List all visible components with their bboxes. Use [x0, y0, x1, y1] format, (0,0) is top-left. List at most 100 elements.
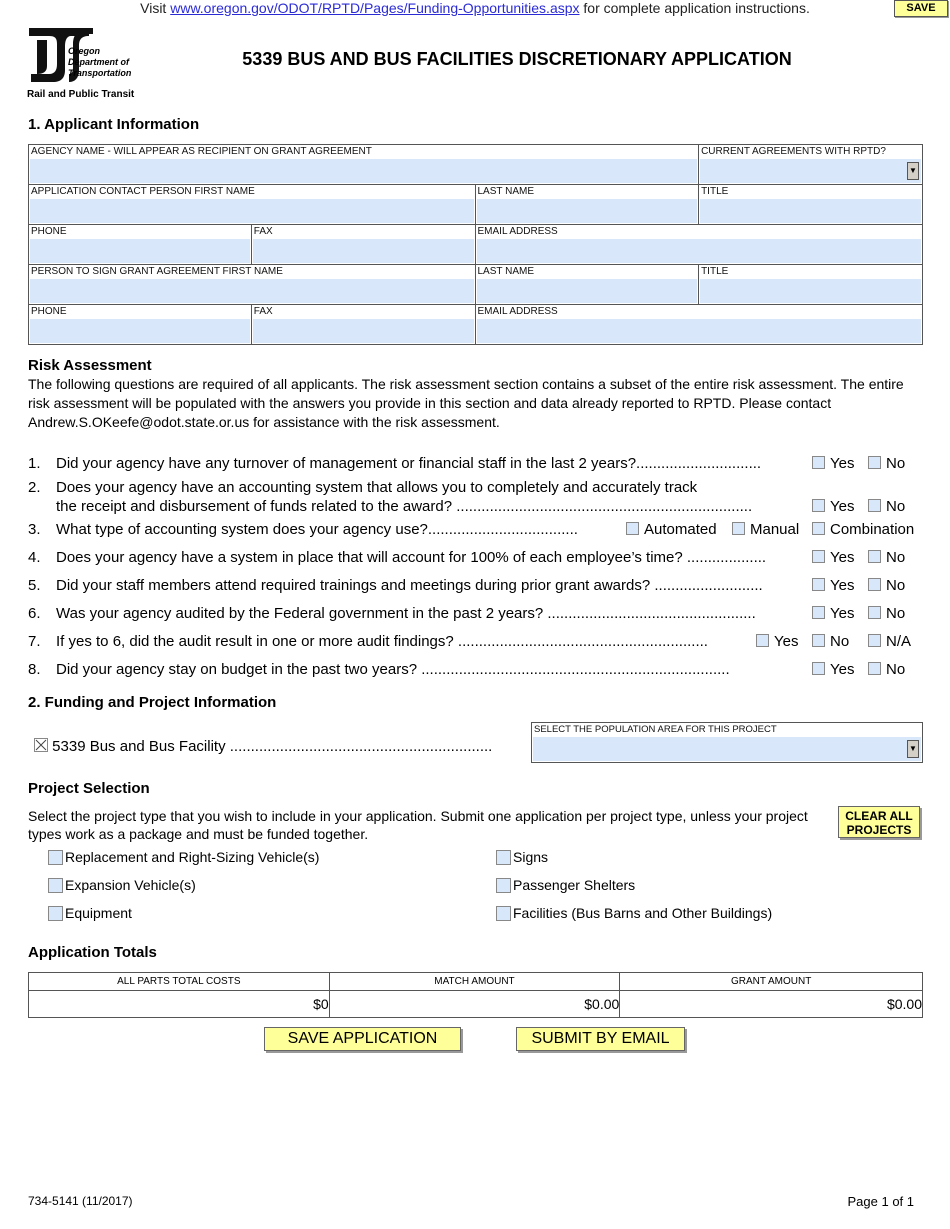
program-row: 5339 Bus and Bus Facility ..............…	[34, 738, 492, 755]
option-label: No	[886, 455, 906, 472]
total-costs-header: ALL PARTS TOTAL COSTS	[28, 972, 330, 991]
option-no[interactable]: No	[810, 633, 850, 651]
question-number: 2.	[28, 479, 41, 496]
clear-label-2: PROJECTS	[846, 823, 912, 837]
question-number: 3.	[28, 521, 41, 538]
save-application-button[interactable]: SAVE APPLICATION	[264, 1027, 461, 1051]
applicant-table: AGENCY NAME - WILL APPEAR AS RECIPIENT O…	[27, 144, 923, 345]
project-option[interactable]: Signs	[496, 848, 548, 866]
checkbox[interactable]	[868, 499, 881, 512]
option-yes[interactable]: Yes	[810, 661, 855, 679]
checkbox[interactable]	[732, 522, 745, 535]
checkbox[interactable]	[812, 662, 825, 675]
signer-phone-label: PHONE	[31, 306, 67, 317]
clear-all-projects-button[interactable]: CLEAR ALL PROJECTS	[838, 806, 920, 838]
checkbox[interactable]	[812, 522, 825, 535]
x-mark-icon	[35, 739, 47, 751]
project-label: Replacement and Right-Sizing Vehicle(s)	[65, 849, 320, 865]
current-agreements-input[interactable]	[700, 159, 921, 183]
option-label: Yes	[830, 549, 855, 566]
project-checkbox[interactable]	[48, 878, 63, 893]
checkbox[interactable]	[868, 634, 881, 647]
option-yes[interactable]: Yes	[810, 498, 855, 516]
project-option[interactable]: Facilities (Bus Barns and Other Building…	[496, 904, 772, 922]
option-yes[interactable]: Yes	[754, 633, 799, 651]
option-na[interactable]: N/A	[866, 633, 912, 651]
option-no[interactable]: No	[866, 549, 906, 567]
save-button[interactable]: SAVE	[894, 0, 948, 17]
project-option[interactable]: Passenger Shelters	[496, 876, 635, 894]
option-label: No	[886, 577, 906, 594]
current-agreements-select[interactable]: ▼	[699, 159, 922, 183]
option-no[interactable]: No	[866, 455, 906, 473]
project-option[interactable]: Equipment	[48, 904, 132, 922]
checkbox[interactable]	[812, 499, 825, 512]
checkbox[interactable]	[812, 550, 825, 563]
question-number: 6.	[28, 605, 41, 622]
signer-fax-input[interactable]	[252, 319, 474, 343]
checkbox[interactable]	[626, 522, 639, 535]
submit-by-email-button[interactable]: SUBMIT BY EMAIL	[516, 1027, 685, 1051]
contact-title-label: TITLE	[701, 186, 729, 197]
option-no[interactable]: No	[866, 498, 906, 516]
contact-email-input[interactable]	[476, 239, 921, 263]
option-automated[interactable]: Automated	[624, 521, 717, 539]
contact-last-name-input[interactable]	[476, 199, 698, 223]
option-yes[interactable]: Yes	[810, 605, 855, 623]
signer-title-label: TITLE	[701, 266, 729, 277]
option-yes[interactable]: Yes	[810, 577, 855, 595]
question-number: 8.	[28, 661, 41, 678]
checkbox[interactable]	[812, 606, 825, 619]
signer-title-input[interactable]	[700, 279, 921, 303]
population-input[interactable]	[533, 737, 921, 761]
signer-phone-input[interactable]	[30, 319, 250, 343]
option-no[interactable]: No	[866, 577, 906, 595]
option-no[interactable]: No	[866, 605, 906, 623]
question-text: Does your agency have an accounting syst…	[56, 479, 698, 496]
option-combination[interactable]: Combination	[810, 521, 915, 539]
option-yes[interactable]: Yes	[810, 549, 855, 567]
project-checkbox[interactable]	[48, 906, 63, 921]
population-select[interactable]: ▼	[532, 737, 922, 761]
match-amount-value: $0.00	[328, 990, 621, 1018]
checkbox[interactable]	[868, 662, 881, 675]
question-text: Did your staff members attend required t…	[56, 577, 763, 594]
option-label: Yes	[830, 577, 855, 594]
chevron-down-icon[interactable]: ▼	[907, 740, 919, 758]
contact-title-input[interactable]	[700, 199, 921, 223]
checkbox[interactable]	[868, 550, 881, 563]
checkbox[interactable]	[812, 578, 825, 591]
project-checkbox[interactable]	[496, 850, 511, 865]
question-text: Did your agency stay on budget in the pa…	[56, 661, 730, 678]
checkbox[interactable]	[868, 578, 881, 591]
agency-name-input[interactable]	[30, 159, 698, 183]
project-option[interactable]: Replacement and Right-Sizing Vehicle(s)	[48, 848, 319, 866]
checkbox[interactable]	[868, 606, 881, 619]
option-yes[interactable]: Yes	[810, 455, 855, 473]
risk-intro: The following questions are required of …	[28, 376, 904, 430]
checkbox[interactable]	[812, 634, 825, 647]
signer-email-input[interactable]	[476, 319, 921, 343]
signer-email-label: EMAIL ADDRESS	[477, 306, 558, 317]
contact-fax-input[interactable]	[252, 239, 474, 263]
contact-first-name-input[interactable]	[30, 199, 474, 223]
checkbox[interactable]	[868, 456, 881, 469]
signer-first-name-input[interactable]	[30, 279, 474, 303]
contact-phone-input[interactable]	[30, 239, 250, 263]
project-option[interactable]: Expansion Vehicle(s)	[48, 876, 196, 894]
option-no[interactable]: No	[866, 661, 906, 679]
signer-last-name-input[interactable]	[476, 279, 698, 303]
chevron-down-icon[interactable]: ▼	[907, 162, 919, 180]
instructions-link[interactable]: www.oregon.gov/ODOT/RPTD/Pages/Funding-O…	[170, 0, 579, 16]
project-checkbox[interactable]	[496, 906, 511, 921]
project-checkbox[interactable]	[496, 878, 511, 893]
checkbox[interactable]	[812, 456, 825, 469]
project-checkbox[interactable]	[48, 850, 63, 865]
program-checkbox[interactable]	[34, 738, 48, 752]
option-label: Yes	[774, 633, 799, 650]
option-label: No	[886, 605, 906, 622]
option-manual[interactable]: Manual	[730, 521, 800, 539]
clear-label-1: CLEAR ALL	[845, 809, 913, 823]
question-number: 1.	[28, 455, 41, 472]
checkbox[interactable]	[756, 634, 769, 647]
